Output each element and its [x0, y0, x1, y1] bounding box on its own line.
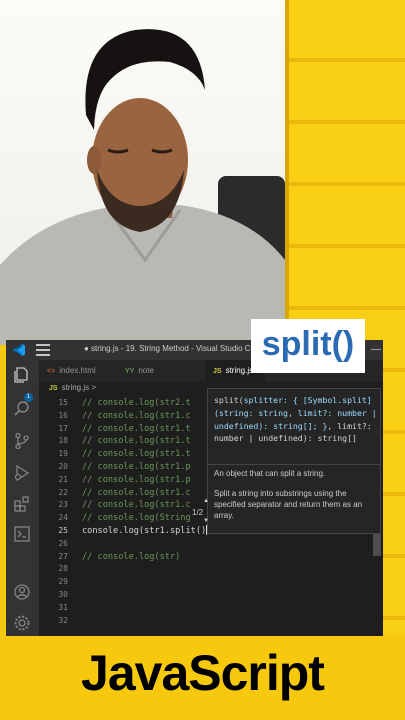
- activity-bar: 1: [6, 360, 39, 636]
- line-number: 17: [58, 423, 68, 433]
- param-doc: An object that can split a string.: [214, 469, 326, 478]
- code-line[interactable]: // console.log(str1.t: [82, 423, 212, 436]
- line-number: 32: [58, 615, 68, 625]
- popup-divider: [208, 464, 380, 465]
- menu-icon[interactable]: [36, 344, 50, 356]
- overload-prev-icon[interactable]: ▲: [203, 498, 209, 504]
- method-label: split(): [261, 325, 355, 363]
- code-line[interactable]: [82, 615, 212, 628]
- line-number-current: 25: [58, 525, 68, 535]
- line-number: 20: [58, 461, 68, 471]
- line-number: 18: [58, 436, 68, 446]
- window-title: ● string.js - 19. String Method - Visual…: [84, 344, 264, 353]
- search-icon[interactable]: [13, 400, 31, 418]
- account-icon[interactable]: [13, 583, 31, 601]
- code-line-current[interactable]: console.log(str1.split(): [82, 525, 212, 538]
- code-line[interactable]: // console.log(str1.c: [82, 410, 212, 423]
- vscode-logo-icon: [13, 344, 25, 356]
- signature-text: split(splitter: { [Symbol.split](string:…: [214, 394, 380, 445]
- explorer-icon[interactable]: [13, 366, 31, 384]
- minimize-button[interactable]: —: [369, 343, 383, 357]
- line-number: 15: [58, 398, 68, 407]
- overload-next-icon[interactable]: ▼: [203, 518, 209, 524]
- code-text: console.log(str1.split(): [82, 525, 207, 536]
- code-line[interactable]: // console.log(str1.p: [82, 474, 212, 487]
- note-file-icon: YY: [125, 368, 135, 375]
- line-number: 31: [58, 602, 68, 612]
- line-number: 16: [58, 410, 68, 420]
- tab-index-html[interactable]: <> index.html: [39, 360, 115, 382]
- extensions-icon[interactable]: [13, 495, 31, 513]
- code-line[interactable]: // console.log(str1.c: [82, 487, 212, 500]
- js-file-icon: JS: [213, 368, 222, 375]
- line-number: 29: [58, 577, 68, 587]
- breadcrumb[interactable]: JS string.js >: [49, 383, 96, 392]
- terminal-icon[interactable]: [13, 525, 31, 543]
- run-debug-icon[interactable]: [13, 464, 31, 482]
- line-number: 21: [58, 474, 68, 484]
- line-number: 24: [58, 513, 68, 523]
- person-photo: [0, 29, 285, 345]
- caption-title: JavaScript: [81, 645, 325, 701]
- tab-note[interactable]: YY note: [117, 360, 203, 382]
- method-label-box: split(): [251, 319, 365, 373]
- signature-prefix: split(: [214, 395, 244, 405]
- tab-label: note: [138, 366, 154, 375]
- line-number-gutter: 15 16 17 18 19 20 21 22 23 24 25 26 27 2…: [39, 397, 71, 627]
- code-line[interactable]: // console.log(str1.t: [82, 448, 212, 461]
- code-line[interactable]: // console.log(str): [82, 551, 212, 564]
- line-number: 19: [58, 449, 68, 459]
- tab-label: string.js: [225, 366, 254, 375]
- signature-help-popup: split(splitter: { [Symbol.split](string:…: [207, 388, 381, 534]
- line-number: 22: [58, 487, 68, 497]
- code-line[interactable]: [82, 602, 212, 615]
- code-line[interactable]: // console.log(str1.t: [82, 435, 212, 448]
- line-number: 26: [58, 538, 68, 548]
- overload-pager: 1/2: [192, 508, 204, 517]
- code-line[interactable]: [82, 589, 212, 602]
- js-file-icon: JS: [49, 385, 58, 392]
- code-line[interactable]: // console.log(str1.p: [82, 461, 212, 474]
- vscode-window: ● string.js - 19. String Method - Visual…: [6, 340, 383, 636]
- line-number: 30: [58, 589, 68, 599]
- line-number: 27: [58, 551, 68, 561]
- method-doc: Split a string into substrings using the…: [214, 489, 363, 520]
- code-line[interactable]: [82, 563, 212, 576]
- code-line[interactable]: [82, 576, 212, 589]
- breadcrumb-label: string.js >: [61, 383, 97, 392]
- code-line[interactable]: // console.log(str2.t: [82, 397, 212, 410]
- html-file-icon: <>: [47, 368, 56, 375]
- tab-label: index.html: [59, 366, 96, 375]
- line-number: 28: [58, 564, 68, 574]
- line-number: 23: [58, 500, 68, 510]
- source-control-icon[interactable]: [13, 432, 31, 450]
- settings-gear-icon[interactable]: [13, 614, 31, 632]
- code-line[interactable]: [82, 538, 212, 551]
